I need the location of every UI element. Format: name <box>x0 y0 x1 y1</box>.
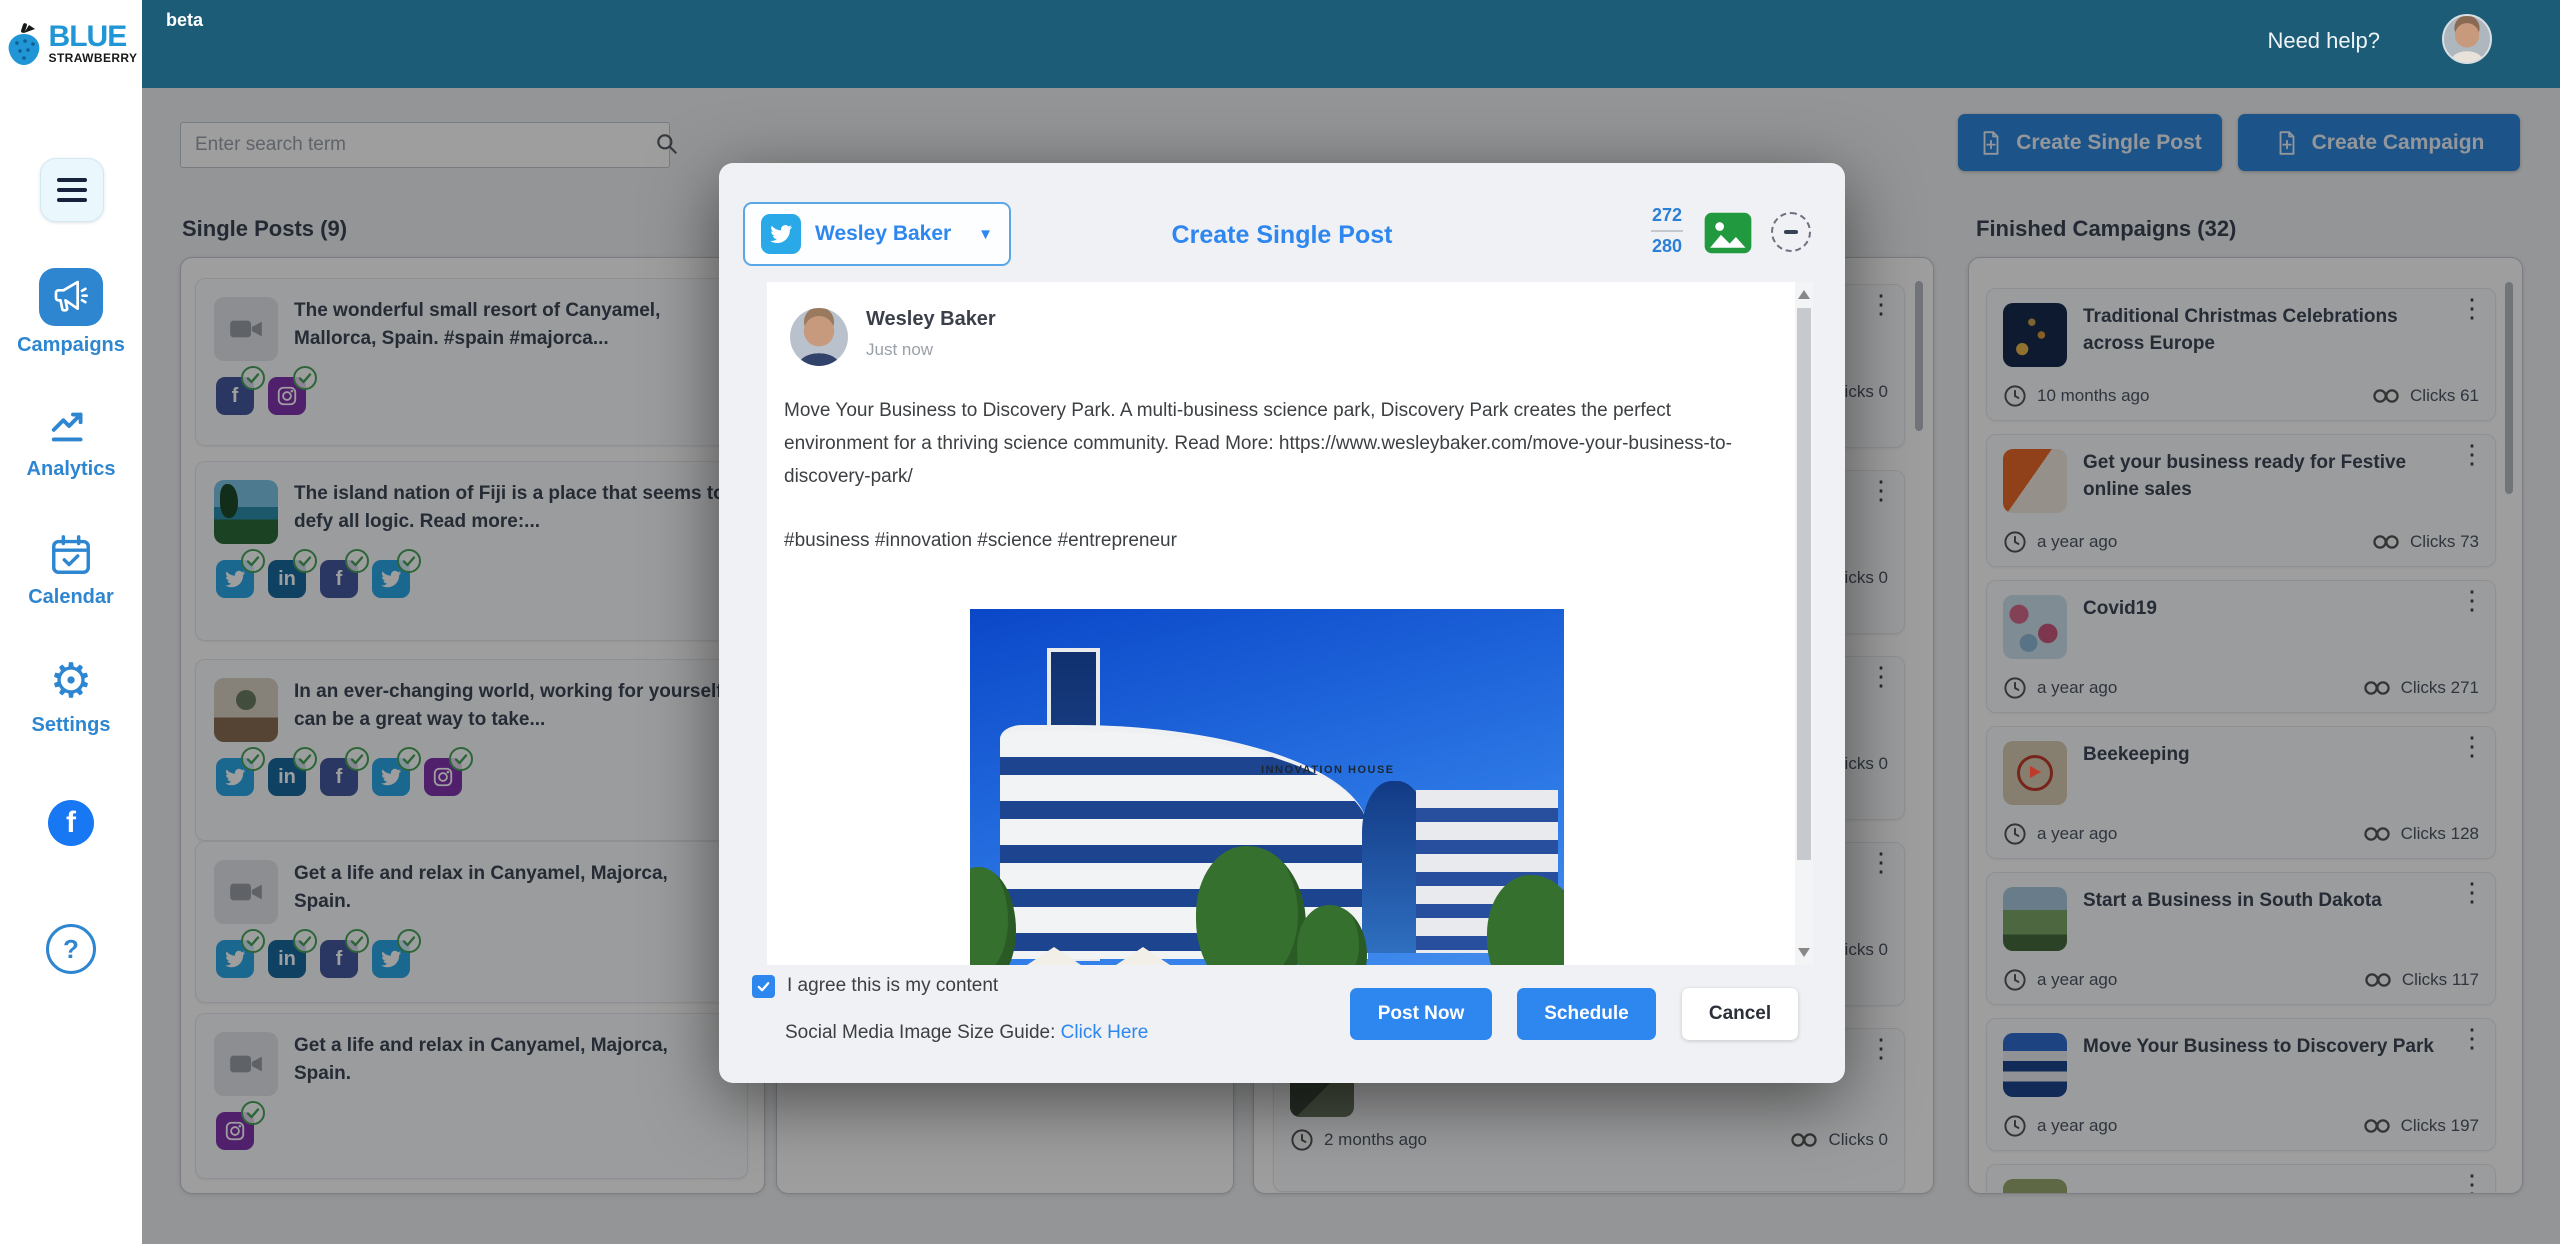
schedule-button[interactable]: Schedule <box>1517 988 1656 1040</box>
building-sign-label: INNOVATION HOUSE <box>1261 764 1395 776</box>
brand-logo[interactable]: BLUE STRAWBERRY <box>0 0 142 88</box>
facebook-icon: f <box>48 800 94 846</box>
sidebar-item-help[interactable]: ? <box>0 924 142 974</box>
top-bar: beta Need help? <box>142 0 2560 88</box>
post-now-button[interactable]: Post Now <box>1350 988 1492 1040</box>
image-attachment-icon[interactable] <box>1703 211 1753 255</box>
sidebar-item-settings[interactable]: ⚙ Settings <box>0 658 142 737</box>
image-size-guide-label: Social Media Image Size Guide: <box>785 1022 1055 1043</box>
post-body: Move Your Business to Discovery Park. A … <box>784 394 1736 493</box>
sidebar-item-analytics[interactable]: Analytics <box>0 404 142 481</box>
agree-label: I agree this is my content <box>787 975 998 997</box>
scroll-down-icon[interactable] <box>1798 948 1810 957</box>
scrollbar-thumb[interactable] <box>1797 308 1811 860</box>
sidebar: Campaigns Analytics Calendar ⚙ Settings <box>0 88 142 1244</box>
sidebar-item-calendar[interactable]: Calendar <box>0 532 142 609</box>
analytics-icon <box>47 404 95 450</box>
brand-name-top: BLUE <box>49 23 138 51</box>
beta-badge: beta <box>166 10 203 31</box>
menu-toggle-button[interactable] <box>40 158 104 222</box>
app-root: beta Need help? BLUE STRAWBERRY <box>0 0 2560 1244</box>
gear-icon: ⚙ <box>0 658 142 706</box>
scroll-up-icon[interactable] <box>1798 290 1810 299</box>
strawberry-icon <box>5 21 43 67</box>
post-image: INNOVATION HOUSE <box>970 609 1564 965</box>
preview-scrollbar[interactable] <box>1795 282 1813 965</box>
create-single-post-modal: Wesley Baker ▼ Create Single Post 272 28… <box>719 163 1845 1083</box>
sidebar-item-campaigns[interactable]: Campaigns <box>0 268 142 357</box>
sidebar-item-facebook[interactable]: f <box>0 800 142 846</box>
calendar-icon <box>48 532 94 578</box>
post-preview: Wesley Baker Just now Move Your Business… <box>767 282 1813 965</box>
megaphone-icon <box>39 268 103 326</box>
character-counter: 272 280 <box>1647 205 1687 257</box>
need-help-link[interactable]: Need help? <box>2267 28 2380 54</box>
user-avatar[interactable] <box>2442 14 2492 64</box>
post-hashtags: #business #innovation #science #entrepre… <box>784 530 1177 552</box>
agree-checkbox[interactable] <box>752 975 775 998</box>
question-icon: ? <box>46 924 96 974</box>
char-count: 272 <box>1647 205 1687 226</box>
cancel-button[interactable]: Cancel <box>1682 988 1798 1040</box>
post-time: Just now <box>866 340 933 360</box>
collapse-button[interactable] <box>1771 212 1811 252</box>
brand-name-bottom: STRAWBERRY <box>49 51 138 65</box>
post-author-avatar <box>790 308 848 366</box>
char-limit: 280 <box>1647 236 1687 257</box>
post-author-name: Wesley Baker <box>866 308 996 331</box>
image-size-guide-link[interactable]: Click Here <box>1061 1022 1149 1043</box>
check-icon <box>756 979 771 994</box>
